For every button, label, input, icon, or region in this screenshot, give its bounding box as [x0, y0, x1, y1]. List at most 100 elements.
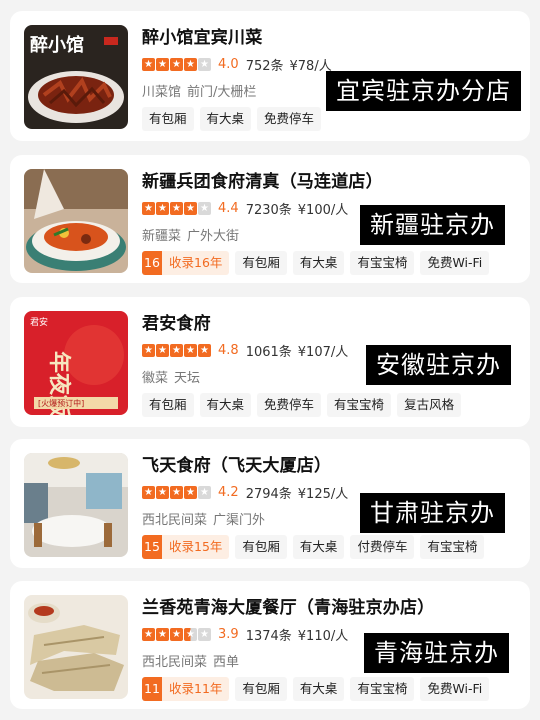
overlay-banner: 安徽驻京办 [366, 345, 511, 385]
record-badge: 16 收录16年 [142, 251, 230, 275]
star-icon: ★ [198, 485, 211, 499]
star-icon: ★ [142, 57, 155, 71]
restaurant-name[interactable]: 君安食府 [142, 309, 211, 334]
review-count: 752条 [245, 58, 284, 74]
cuisine-label: 西北民间菜 [142, 655, 208, 670]
star-icon: ★ [142, 343, 155, 357]
star-icon: ★ [198, 201, 211, 215]
star-icon: ★ [184, 485, 197, 499]
restaurant-thumbnail[interactable] [24, 453, 128, 557]
location-row: 新疆菜 广外大街 [142, 225, 245, 244]
price-per-person: ¥125/人 [297, 486, 349, 502]
area-label: 前门/大栅栏 [187, 85, 257, 100]
tag: 有大桌 [292, 251, 345, 275]
tag: 有宝宝椅 [350, 677, 415, 701]
thumbnail-caption-text: [火爆预订中] [38, 398, 84, 408]
review-count: 1374条 [245, 628, 292, 644]
restaurant-card[interactable]: 年夜飯 君安 [火爆预订中] 君安食府 ★ ★ ★ ★ ★ 4.8 1061条 ¥107… [10, 297, 530, 427]
tag: 有包厢 [235, 251, 287, 275]
review-count: 1061条 [245, 344, 292, 360]
tag: 有大桌 [292, 535, 345, 559]
cuisine-label: 新疆菜 [142, 229, 182, 244]
star-rating: ★ ★ ★ ★ ★ [142, 485, 211, 499]
star-rating: ★ ★ ★ ★ ★ [142, 201, 211, 215]
rating-row: ★ ★ ★ ★ ★ 3.9 1374条 ¥110/人 [142, 625, 349, 644]
area-label: 广渠门外 [213, 513, 266, 528]
star-icon: ★ [184, 57, 197, 71]
cuisine-label: 西北民间菜 [142, 513, 208, 528]
star-rating: ★ ★ ★ ★ ★ [142, 343, 211, 357]
restaurant-name[interactable]: 飞天食府（飞天大厦店） [142, 451, 331, 476]
restaurant-thumbnail[interactable]: 年夜飯 君安 [火爆预订中] [24, 311, 128, 415]
rating-row: ★ ★ ★ ★ ★ 4.2 2794条 ¥125/人 [142, 483, 349, 502]
cuisine-label: 徽菜 [142, 371, 169, 386]
star-icon: ★ [142, 485, 155, 499]
review-count: 7230条 [245, 202, 292, 218]
rating-score: 4.0 [218, 56, 239, 72]
price-per-person: ¥110/人 [297, 628, 349, 644]
restaurant-card[interactable]: 兰香苑青海大厦餐厅（青海驻京办店） ★ ★ ★ ★ ★ 3.9 1374条 ¥110/人… [10, 581, 530, 709]
tag: 有宝宝椅 [420, 535, 485, 559]
record-years-text: 收录16年 [162, 251, 230, 275]
star-icon: ★ [156, 485, 169, 499]
star-icon: ★ [198, 343, 211, 357]
area-label: 天坛 [174, 371, 201, 386]
area-label: 广外大街 [187, 229, 240, 244]
rating-score: 4.8 [218, 342, 239, 358]
star-rating: ★ ★ ★ ★ ★ [142, 57, 211, 71]
restaurant-card[interactable]: 新疆兵团食府清真（马连道店） ★ ★ ★ ★ ★ 4.4 7230条 ¥100/人 新疆… [10, 155, 530, 283]
restaurant-card[interactable]: 飞天食府（飞天大厦店） ★ ★ ★ ★ ★ 4.2 2794条 ¥125/人 西北民间菜… [10, 439, 530, 568]
restaurant-card[interactable]: 醉小馆 醉小馆宜宾川菜 ★ ★ ★ ★ ★ 4.0 752条 ¥78/人 川菜馆 前门/大… [10, 11, 530, 141]
star-icon: ★ [198, 57, 211, 71]
location-row: 徽菜 天坛 [142, 367, 206, 386]
star-icon: ★ [170, 201, 183, 215]
restaurant-name[interactable]: 兰香苑青海大厦餐厅（青海驻京办店） [142, 593, 434, 618]
star-icon: ★ [170, 627, 183, 641]
record-years-number: 15 [142, 535, 162, 559]
star-icon: ★ [184, 201, 197, 215]
tag-list: 有包厢 有大桌 免费停车 有宝宝椅 复古风格 [142, 393, 462, 417]
record-years-text: 收录11年 [162, 677, 230, 701]
review-count: 2794条 [245, 486, 292, 502]
rating-score: 4.4 [218, 200, 239, 216]
record-years-number: 11 [142, 677, 162, 701]
tag: 有包厢 [235, 677, 287, 701]
star-icon: ★ [170, 343, 183, 357]
restaurant-name[interactable]: 醉小馆宜宾川菜 [142, 23, 262, 48]
restaurant-thumbnail[interactable]: 醉小馆 [24, 25, 128, 129]
cuisine-label: 川菜馆 [142, 85, 182, 100]
tag-list: 15 收录15年 有包厢 有大桌 付费停车 有宝宝椅 [142, 535, 485, 559]
tag: 付费停车 [350, 535, 415, 559]
star-rating: ★ ★ ★ ★ ★ [142, 627, 211, 641]
tag: 有宝宝椅 [350, 251, 415, 275]
restaurant-thumbnail[interactable] [24, 169, 128, 273]
restaurant-thumbnail[interactable] [24, 595, 128, 699]
location-row: 西北民间菜 西单 [142, 651, 245, 670]
tag: 复古风格 [397, 393, 462, 417]
star-icon: ★ [142, 201, 155, 215]
tag-list: 16 收录16年 有包厢 有大桌 有宝宝椅 免费Wi-Fi [142, 251, 490, 275]
overlay-banner: 宜宾驻京办分店 [326, 71, 521, 111]
overlay-banner: 青海驻京办 [364, 633, 509, 673]
star-icon: ★ [198, 627, 211, 641]
tag: 免费停车 [257, 393, 322, 417]
record-years-text: 收录15年 [162, 535, 230, 559]
star-icon: ★ [156, 627, 169, 641]
price-per-person: ¥107/人 [297, 344, 349, 360]
overlay-banner: 甘肃驻京办 [360, 493, 505, 533]
price-per-person: ¥100/人 [297, 202, 349, 218]
record-years-number: 16 [142, 251, 162, 275]
restaurant-name[interactable]: 新疆兵团食府清真（马连道店） [142, 167, 383, 192]
location-row: 西北民间菜 广渠门外 [142, 509, 271, 528]
star-icon: ★ [156, 201, 169, 215]
record-badge: 11 收录11年 [142, 677, 230, 701]
star-icon: ★ [170, 485, 183, 499]
location-row: 川菜馆 前门/大栅栏 [142, 81, 262, 100]
rating-row: ★ ★ ★ ★ ★ 4.0 752条 ¥78/人 [142, 55, 332, 74]
tag: 有宝宝椅 [327, 393, 392, 417]
tag: 有大桌 [199, 107, 252, 131]
star-icon: ★ [156, 57, 169, 71]
tag: 免费停车 [257, 107, 322, 131]
rating-row: ★ ★ ★ ★ ★ 4.8 1061条 ¥107/人 [142, 341, 349, 360]
area-label: 西单 [213, 655, 240, 670]
